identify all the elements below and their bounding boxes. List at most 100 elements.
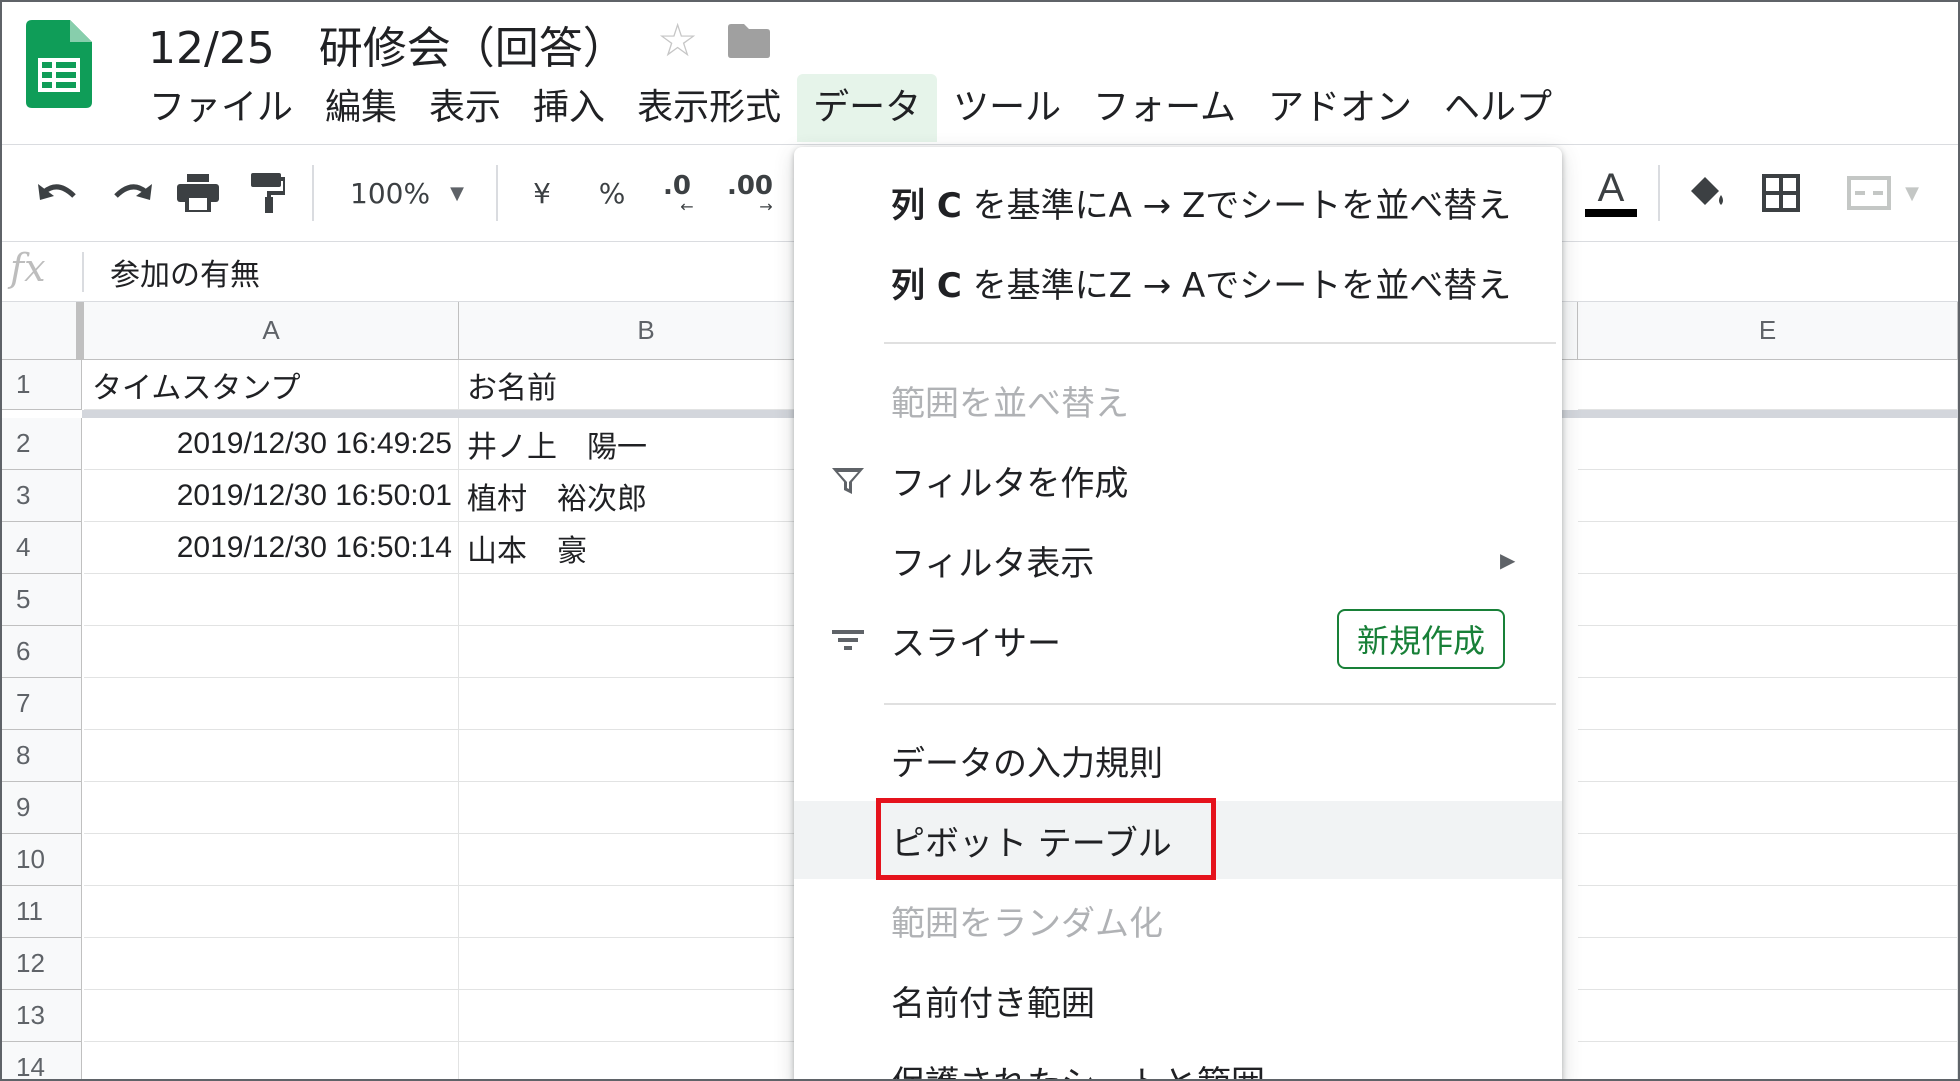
merge-cells-icon[interactable]: ▼: [1828, 167, 1938, 219]
cell-b10[interactable]: [459, 834, 834, 886]
menu-item-named-ranges[interactable]: 名前付き範囲: [794, 961, 1562, 1039]
cell-e13[interactable]: [1578, 990, 1958, 1042]
row-header-5[interactable]: 5: [2, 574, 82, 626]
cell-b4[interactable]: 山本 豪: [459, 522, 834, 574]
zoom-select[interactable]: 100% ▼: [342, 167, 472, 219]
sort-az-column: 列 C: [891, 185, 962, 226]
cell-a3[interactable]: 2019/12/30 16:50:01: [84, 470, 459, 522]
cell-a10[interactable]: [84, 834, 459, 886]
menu-item-data-validation[interactable]: データの入力規則: [794, 721, 1562, 799]
row-header-10[interactable]: 10: [2, 834, 82, 886]
increase-decimal-label: .00: [726, 171, 774, 201]
fill-color-icon[interactable]: [1682, 167, 1732, 219]
cell-e2[interactable]: [1578, 418, 1958, 470]
row-header-7[interactable]: 7: [2, 678, 82, 730]
cell-a12[interactable]: [84, 938, 459, 990]
cell-b6[interactable]: [459, 626, 834, 678]
menu-file[interactable]: ファイル: [133, 74, 309, 142]
cell-b9[interactable]: [459, 782, 834, 834]
menu-tools[interactable]: ツール: [937, 74, 1077, 142]
select-all-corner[interactable]: [2, 302, 82, 360]
row-header-1[interactable]: 1: [2, 360, 82, 410]
cell-a4[interactable]: 2019/12/30 16:50:14: [84, 522, 459, 574]
row-header-12[interactable]: 12: [2, 938, 82, 990]
increase-decimal-button[interactable]: .00 →: [720, 167, 780, 219]
cell-e12[interactable]: [1578, 938, 1958, 990]
menu-item-filter-views[interactable]: フィルタ表示 ▶: [794, 521, 1562, 599]
text-color-button[interactable]: A: [1584, 167, 1638, 219]
row-header-6[interactable]: 6: [2, 626, 82, 678]
cell-e8[interactable]: [1578, 730, 1958, 782]
cell-e9[interactable]: [1578, 782, 1958, 834]
column-header-a[interactable]: A: [84, 302, 459, 360]
cell-e3[interactable]: [1578, 470, 1958, 522]
document-title[interactable]: 12/25 研修会（回答）: [148, 12, 627, 76]
cell-a9[interactable]: [84, 782, 459, 834]
row-header-4[interactable]: 4: [2, 522, 82, 574]
menu-form[interactable]: フォーム: [1077, 74, 1252, 142]
row-header-14[interactable]: 14: [2, 1042, 82, 1079]
row-header-3[interactable]: 3: [2, 470, 82, 522]
cell-e5[interactable]: [1578, 574, 1958, 626]
cell-b5[interactable]: [459, 574, 834, 626]
paint-format-icon[interactable]: [242, 167, 294, 219]
cell-b14[interactable]: [459, 1042, 834, 1079]
menu-item-create-filter[interactable]: フィルタを作成: [794, 441, 1562, 519]
frozen-column-handle[interactable]: [76, 302, 84, 360]
cell-b11[interactable]: [459, 886, 834, 938]
cell-e14[interactable]: [1578, 1042, 1958, 1079]
row-header-8[interactable]: 8: [2, 730, 82, 782]
cell-b2[interactable]: 井ノ上 陽一: [459, 418, 834, 470]
cell-e11[interactable]: [1578, 886, 1958, 938]
cell-a13[interactable]: [84, 990, 459, 1042]
formula-input[interactable]: 参加の有無: [110, 250, 260, 294]
menu-item-sort-sheet-az[interactable]: 列 C を基準にA → Zでシートを並べ替え: [794, 163, 1562, 241]
row-header-11[interactable]: 11: [2, 886, 82, 938]
cell-e1[interactable]: [1578, 360, 1958, 410]
cell-e6[interactable]: [1578, 626, 1958, 678]
menu-format[interactable]: 表示形式: [621, 74, 797, 142]
menu-item-sort-sheet-za[interactable]: 列 C を基準にZ → Aでシートを並べ替え: [794, 243, 1562, 321]
menu-edit[interactable]: 編集: [309, 74, 413, 142]
row-header-13[interactable]: 13: [2, 990, 82, 1042]
cell-a2[interactable]: 2019/12/30 16:49:25: [84, 418, 459, 470]
borders-icon[interactable]: [1756, 167, 1806, 219]
cell-b1[interactable]: お名前: [459, 360, 834, 410]
cell-a11[interactable]: [84, 886, 459, 938]
cell-b7[interactable]: [459, 678, 834, 730]
redo-icon[interactable]: [106, 167, 158, 219]
cell-a6[interactable]: [84, 626, 459, 678]
print-icon[interactable]: [172, 167, 224, 219]
star-icon[interactable]: ☆: [657, 10, 698, 70]
cell-a14[interactable]: [84, 1042, 459, 1079]
undo-icon[interactable]: [32, 167, 84, 219]
new-badge: 新規作成: [1337, 609, 1506, 669]
cell-b13[interactable]: [459, 990, 834, 1042]
column-header-e[interactable]: E: [1578, 302, 1958, 360]
row-header-2[interactable]: 2: [2, 418, 82, 470]
cell-a8[interactable]: [84, 730, 459, 782]
menu-item-slicer[interactable]: スライサー 新規作成: [794, 601, 1562, 679]
folder-icon[interactable]: [728, 24, 770, 58]
decrease-decimal-button[interactable]: .0 ←: [652, 167, 702, 219]
google-sheets-logo[interactable]: [26, 20, 92, 108]
menu-addons[interactable]: アドオン: [1252, 74, 1428, 142]
percent-format-button[interactable]: %: [592, 167, 632, 219]
cell-e4[interactable]: [1578, 522, 1958, 574]
cell-b8[interactable]: [459, 730, 834, 782]
row-header-9[interactable]: 9: [2, 782, 82, 834]
cell-a1[interactable]: タイムスタンプ: [84, 360, 459, 410]
cell-a7[interactable]: [84, 678, 459, 730]
menu-insert[interactable]: 挿入: [517, 74, 621, 142]
menu-item-protected-sheets[interactable]: 保護されたシートと範囲: [794, 1041, 1562, 1080]
cell-b3[interactable]: 植村 裕次郎: [459, 470, 834, 522]
menu-view[interactable]: 表示: [413, 74, 517, 142]
menu-help[interactable]: ヘルプ: [1428, 74, 1568, 142]
menu-data[interactable]: データ: [797, 74, 938, 142]
cell-e7[interactable]: [1578, 678, 1958, 730]
currency-format-button[interactable]: ¥: [522, 167, 562, 219]
column-header-b[interactable]: B: [459, 302, 834, 360]
cell-a5[interactable]: [84, 574, 459, 626]
cell-e10[interactable]: [1578, 834, 1958, 886]
cell-b12[interactable]: [459, 938, 834, 990]
